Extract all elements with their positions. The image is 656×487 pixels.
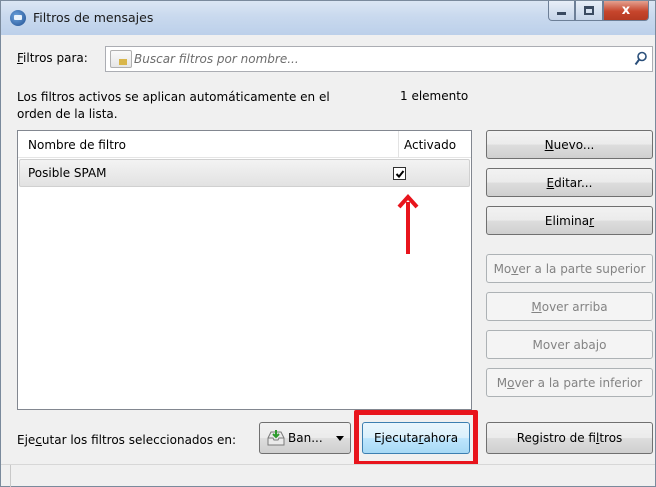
- new-filter-button[interactable]: Nuevo...: [486, 130, 653, 159]
- edit-filter-button[interactable]: Editar...: [486, 168, 653, 197]
- minimize-button[interactable]: [548, 1, 575, 21]
- move-to-top-button[interactable]: Mo v er a la parte superior: [486, 254, 653, 283]
- checkmark-icon: [395, 170, 405, 179]
- filter-dialog: Filtros de mensajes x Filtros para: Los …: [0, 0, 656, 487]
- column-divider[interactable]: [398, 131, 399, 158]
- close-button[interactable]: x: [603, 1, 649, 21]
- search-field[interactable]: [105, 46, 653, 72]
- title-bar: Filtros de mensajes x: [1, 1, 655, 35]
- folder-dropdown[interactable]: Ban...: [259, 422, 351, 454]
- maximize-icon: [584, 6, 594, 15]
- delete-filter-button[interactable]: Elimina r: [486, 206, 653, 235]
- filters-info-text: Los filtros activos se aplican automátic…: [17, 90, 330, 121]
- filter-count: 1 elemento: [400, 89, 469, 103]
- folder-name: Ban...: [288, 431, 323, 445]
- move-up-button[interactable]: Mover arriba: [486, 292, 653, 321]
- list-item[interactable]: Posible SPAM: [19, 159, 470, 187]
- maximize-button[interactable]: [575, 1, 603, 21]
- filter-name: Posible SPAM: [28, 166, 107, 180]
- minimize-icon: [557, 12, 566, 15]
- status-bar: [1, 464, 655, 486]
- filter-log-button[interactable]: Registro de fi l tros: [486, 422, 653, 454]
- filter-enabled-checkbox[interactable]: [393, 167, 406, 180]
- annotation-arrow-icon: [397, 194, 419, 254]
- thunderbird-icon: [10, 10, 26, 26]
- move-to-bottom-button[interactable]: Mo ver a la parte inferior: [486, 368, 653, 397]
- filter-list[interactable]: Nombre de filtro Activado Posible SPAM: [17, 130, 472, 410]
- column-header-enabled[interactable]: Activado: [404, 138, 456, 152]
- search-input[interactable]: [134, 50, 624, 68]
- inbox-folder-icon: [267, 430, 285, 446]
- window-controls: x: [548, 1, 649, 23]
- run-now-button[interactable]: Ejecuta r ahora: [362, 422, 470, 454]
- list-header: Nombre de filtro Activado: [18, 131, 471, 158]
- account-picker-icon[interactable]: [110, 50, 132, 68]
- move-down-button[interactable]: Mover aba j o: [486, 330, 653, 359]
- run-filters-label: Ejecutar los filtros seleccionados en:: [17, 433, 236, 447]
- chevron-down-icon: [336, 436, 344, 441]
- search-icon[interactable]: [634, 51, 648, 67]
- close-icon: x: [621, 3, 631, 18]
- filters-for-label: Filtros para:: [17, 51, 88, 65]
- window-title: Filtros de mensajes: [33, 10, 154, 25]
- status-bar-divider: [10, 465, 11, 487]
- column-header-name[interactable]: Nombre de filtro: [28, 138, 126, 152]
